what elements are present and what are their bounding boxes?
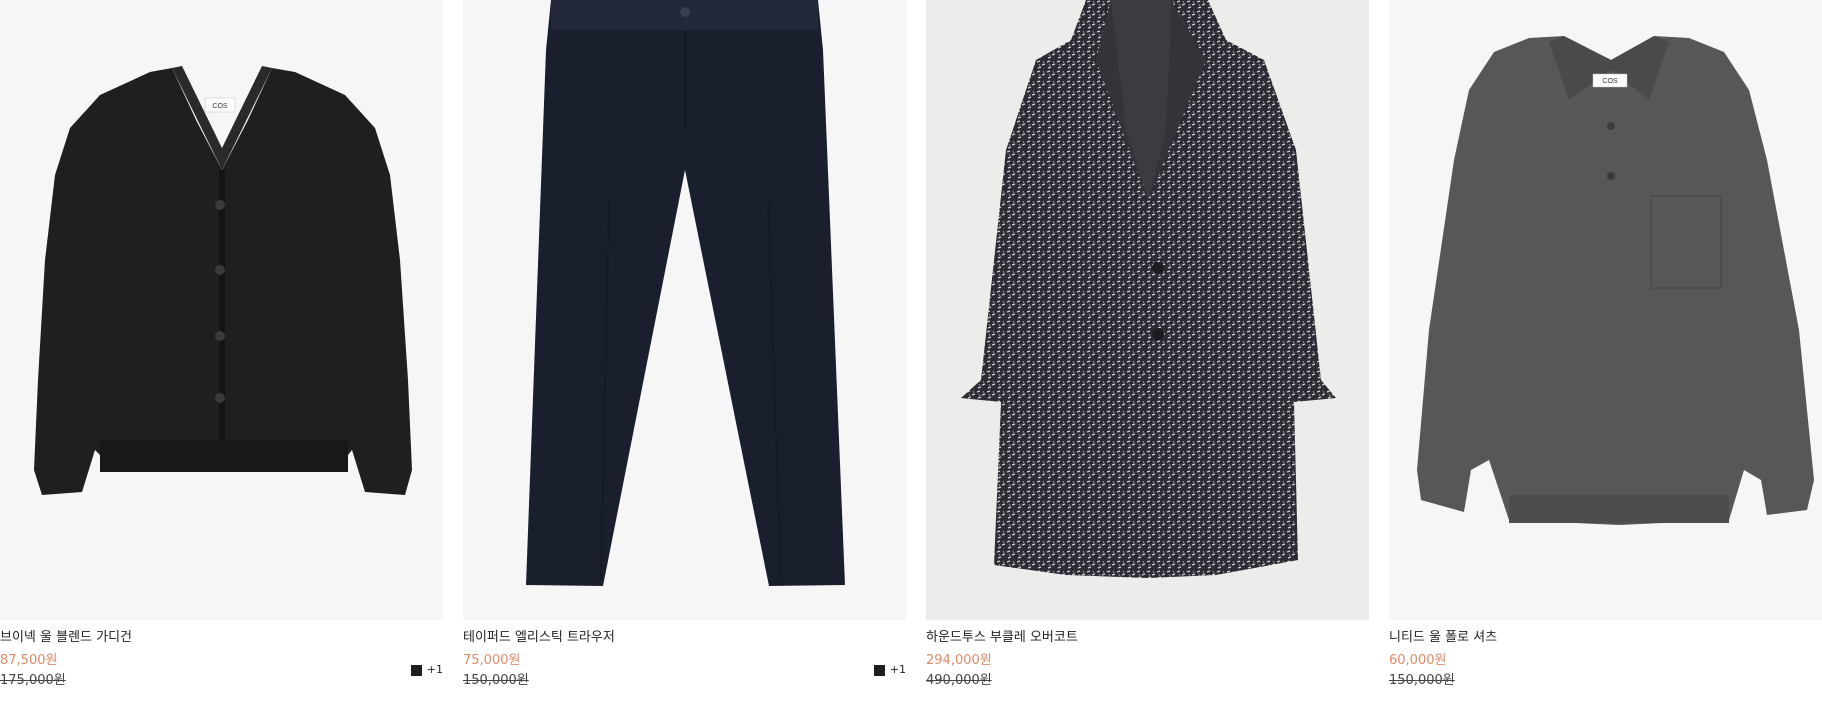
- sale-price: 87,500원: [0, 653, 58, 668]
- product-name[interactable]: 하운드투스 부클레 오버코트: [926, 630, 1369, 646]
- product-image[interactable]: COS: [0, 0, 443, 620]
- product-name[interactable]: 테이퍼드 엘리스틱 트라우저: [463, 630, 906, 646]
- product-card[interactable]: 테이퍼드 엘리스틱 트라우저 75,000원 150,000원 +1: [463, 0, 906, 689]
- product-card[interactable]: COS 브이넥 울 블렌드 가디건 87,500원 175,000원 +1: [0, 0, 443, 689]
- polo-shirt-image: COS: [1389, 0, 1822, 620]
- product-image[interactable]: [463, 0, 906, 620]
- brand-label: COS: [212, 103, 228, 110]
- overcoat-image: [926, 0, 1369, 620]
- original-price: 150,000원: [1389, 673, 1455, 688]
- product-info: 니티드 울 폴로 셔츠 60,000원 150,000원 +: [1389, 620, 1822, 689]
- cardigan-image: COS: [0, 0, 443, 620]
- product-info: 하운드투스 부클레 오버코트 294,000원 490,000원: [926, 620, 1369, 689]
- product-info: 브이넥 울 블렌드 가디건 87,500원 175,000원 +1: [0, 620, 443, 689]
- product-image[interactable]: [926, 0, 1369, 620]
- color-swatch[interactable]: [410, 664, 422, 676]
- trousers-image: [463, 0, 906, 620]
- product-name[interactable]: 니티드 울 폴로 셔츠: [1389, 630, 1822, 646]
- product-card[interactable]: 하운드투스 부클레 오버코트 294,000원 490,000원: [926, 0, 1369, 689]
- original-price: 490,000원: [926, 673, 992, 688]
- sale-price: 75,000원: [463, 653, 521, 668]
- color-swatch[interactable]: [873, 664, 885, 676]
- sale-price: 60,000원: [1389, 653, 1447, 668]
- sale-price: 294,000원: [926, 653, 992, 668]
- color-swatches[interactable]: +1: [410, 663, 443, 677]
- more-colors-count: +1: [889, 663, 906, 676]
- brand-label: COS: [1602, 78, 1618, 85]
- original-price: 175,000원: [0, 673, 66, 688]
- more-colors-count: +1: [426, 663, 443, 676]
- product-image[interactable]: COS: [1389, 0, 1822, 620]
- product-name[interactable]: 브이넥 울 블렌드 가디건: [0, 630, 443, 646]
- product-info: 테이퍼드 엘리스틱 트라우저 75,000원 150,000원 +1: [463, 620, 906, 689]
- original-price: 150,000원: [463, 673, 529, 688]
- color-swatches[interactable]: +1: [873, 663, 906, 677]
- product-card[interactable]: COS 니티드 울 폴로 셔츠 60,000원 150,000원 +: [1389, 0, 1822, 689]
